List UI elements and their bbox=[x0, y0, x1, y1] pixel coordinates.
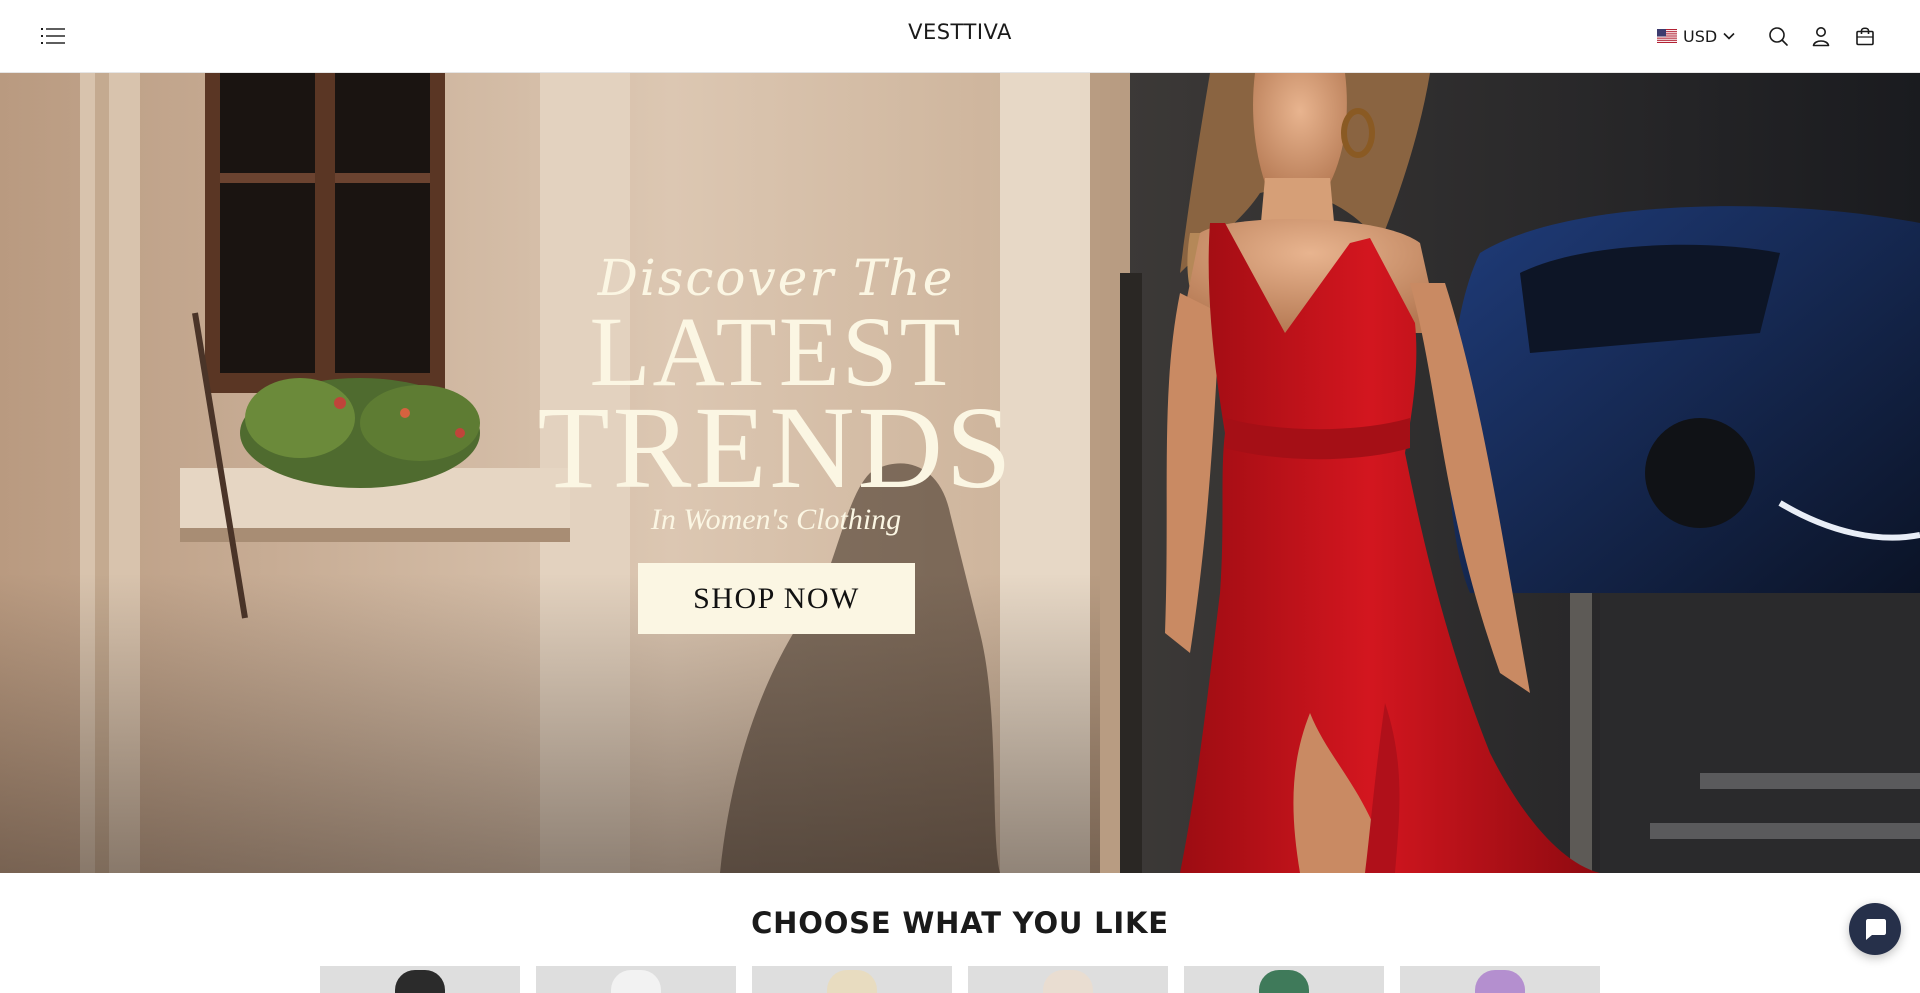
chevron-down-icon bbox=[1723, 32, 1735, 40]
category-list bbox=[320, 966, 1600, 993]
category-image bbox=[1475, 970, 1525, 993]
site-header: VESTTIVA USD bbox=[0, 0, 1920, 73]
cart-icon bbox=[1856, 27, 1874, 46]
menu-icon bbox=[41, 28, 65, 44]
category-image bbox=[1043, 970, 1093, 993]
category-card[interactable] bbox=[968, 966, 1168, 993]
hero-text-block: Discover The LATEST TRENDS In Women's Cl… bbox=[528, 248, 1024, 540]
us-flag-icon bbox=[1657, 29, 1677, 43]
category-card[interactable] bbox=[1184, 966, 1384, 993]
category-image bbox=[395, 970, 445, 993]
chat-icon bbox=[1866, 919, 1886, 940]
currency-selector[interactable]: USD bbox=[1657, 24, 1735, 48]
brand-logo[interactable]: VESTTIVA bbox=[908, 20, 1012, 44]
section-title: CHOOSE WHAT YOU LIKE bbox=[751, 906, 1169, 940]
cart-button[interactable] bbox=[1852, 23, 1878, 49]
account-button[interactable] bbox=[1808, 23, 1834, 49]
account-icon bbox=[1812, 27, 1830, 47]
category-card[interactable] bbox=[536, 966, 736, 993]
chat-button[interactable] bbox=[1849, 903, 1901, 955]
menu-button[interactable] bbox=[40, 24, 66, 48]
category-card[interactable] bbox=[752, 966, 952, 993]
category-image bbox=[611, 970, 661, 993]
hero-headline-line-2: TRENDS bbox=[537, 382, 1015, 513]
currency-code: USD bbox=[1683, 26, 1718, 46]
category-card[interactable] bbox=[320, 966, 520, 993]
hero-banner: Discover The LATEST TRENDS In Women's Cl… bbox=[0, 73, 1920, 873]
category-image bbox=[1259, 970, 1309, 993]
search-button[interactable] bbox=[1765, 23, 1791, 49]
search-icon bbox=[1769, 27, 1788, 46]
shop-now-button[interactable]: SHOP NOW bbox=[638, 563, 915, 634]
category-card[interactable] bbox=[1400, 966, 1600, 993]
brand-logo-wrapper: VESTTIVA bbox=[0, 20, 1920, 44]
category-image bbox=[827, 970, 877, 993]
